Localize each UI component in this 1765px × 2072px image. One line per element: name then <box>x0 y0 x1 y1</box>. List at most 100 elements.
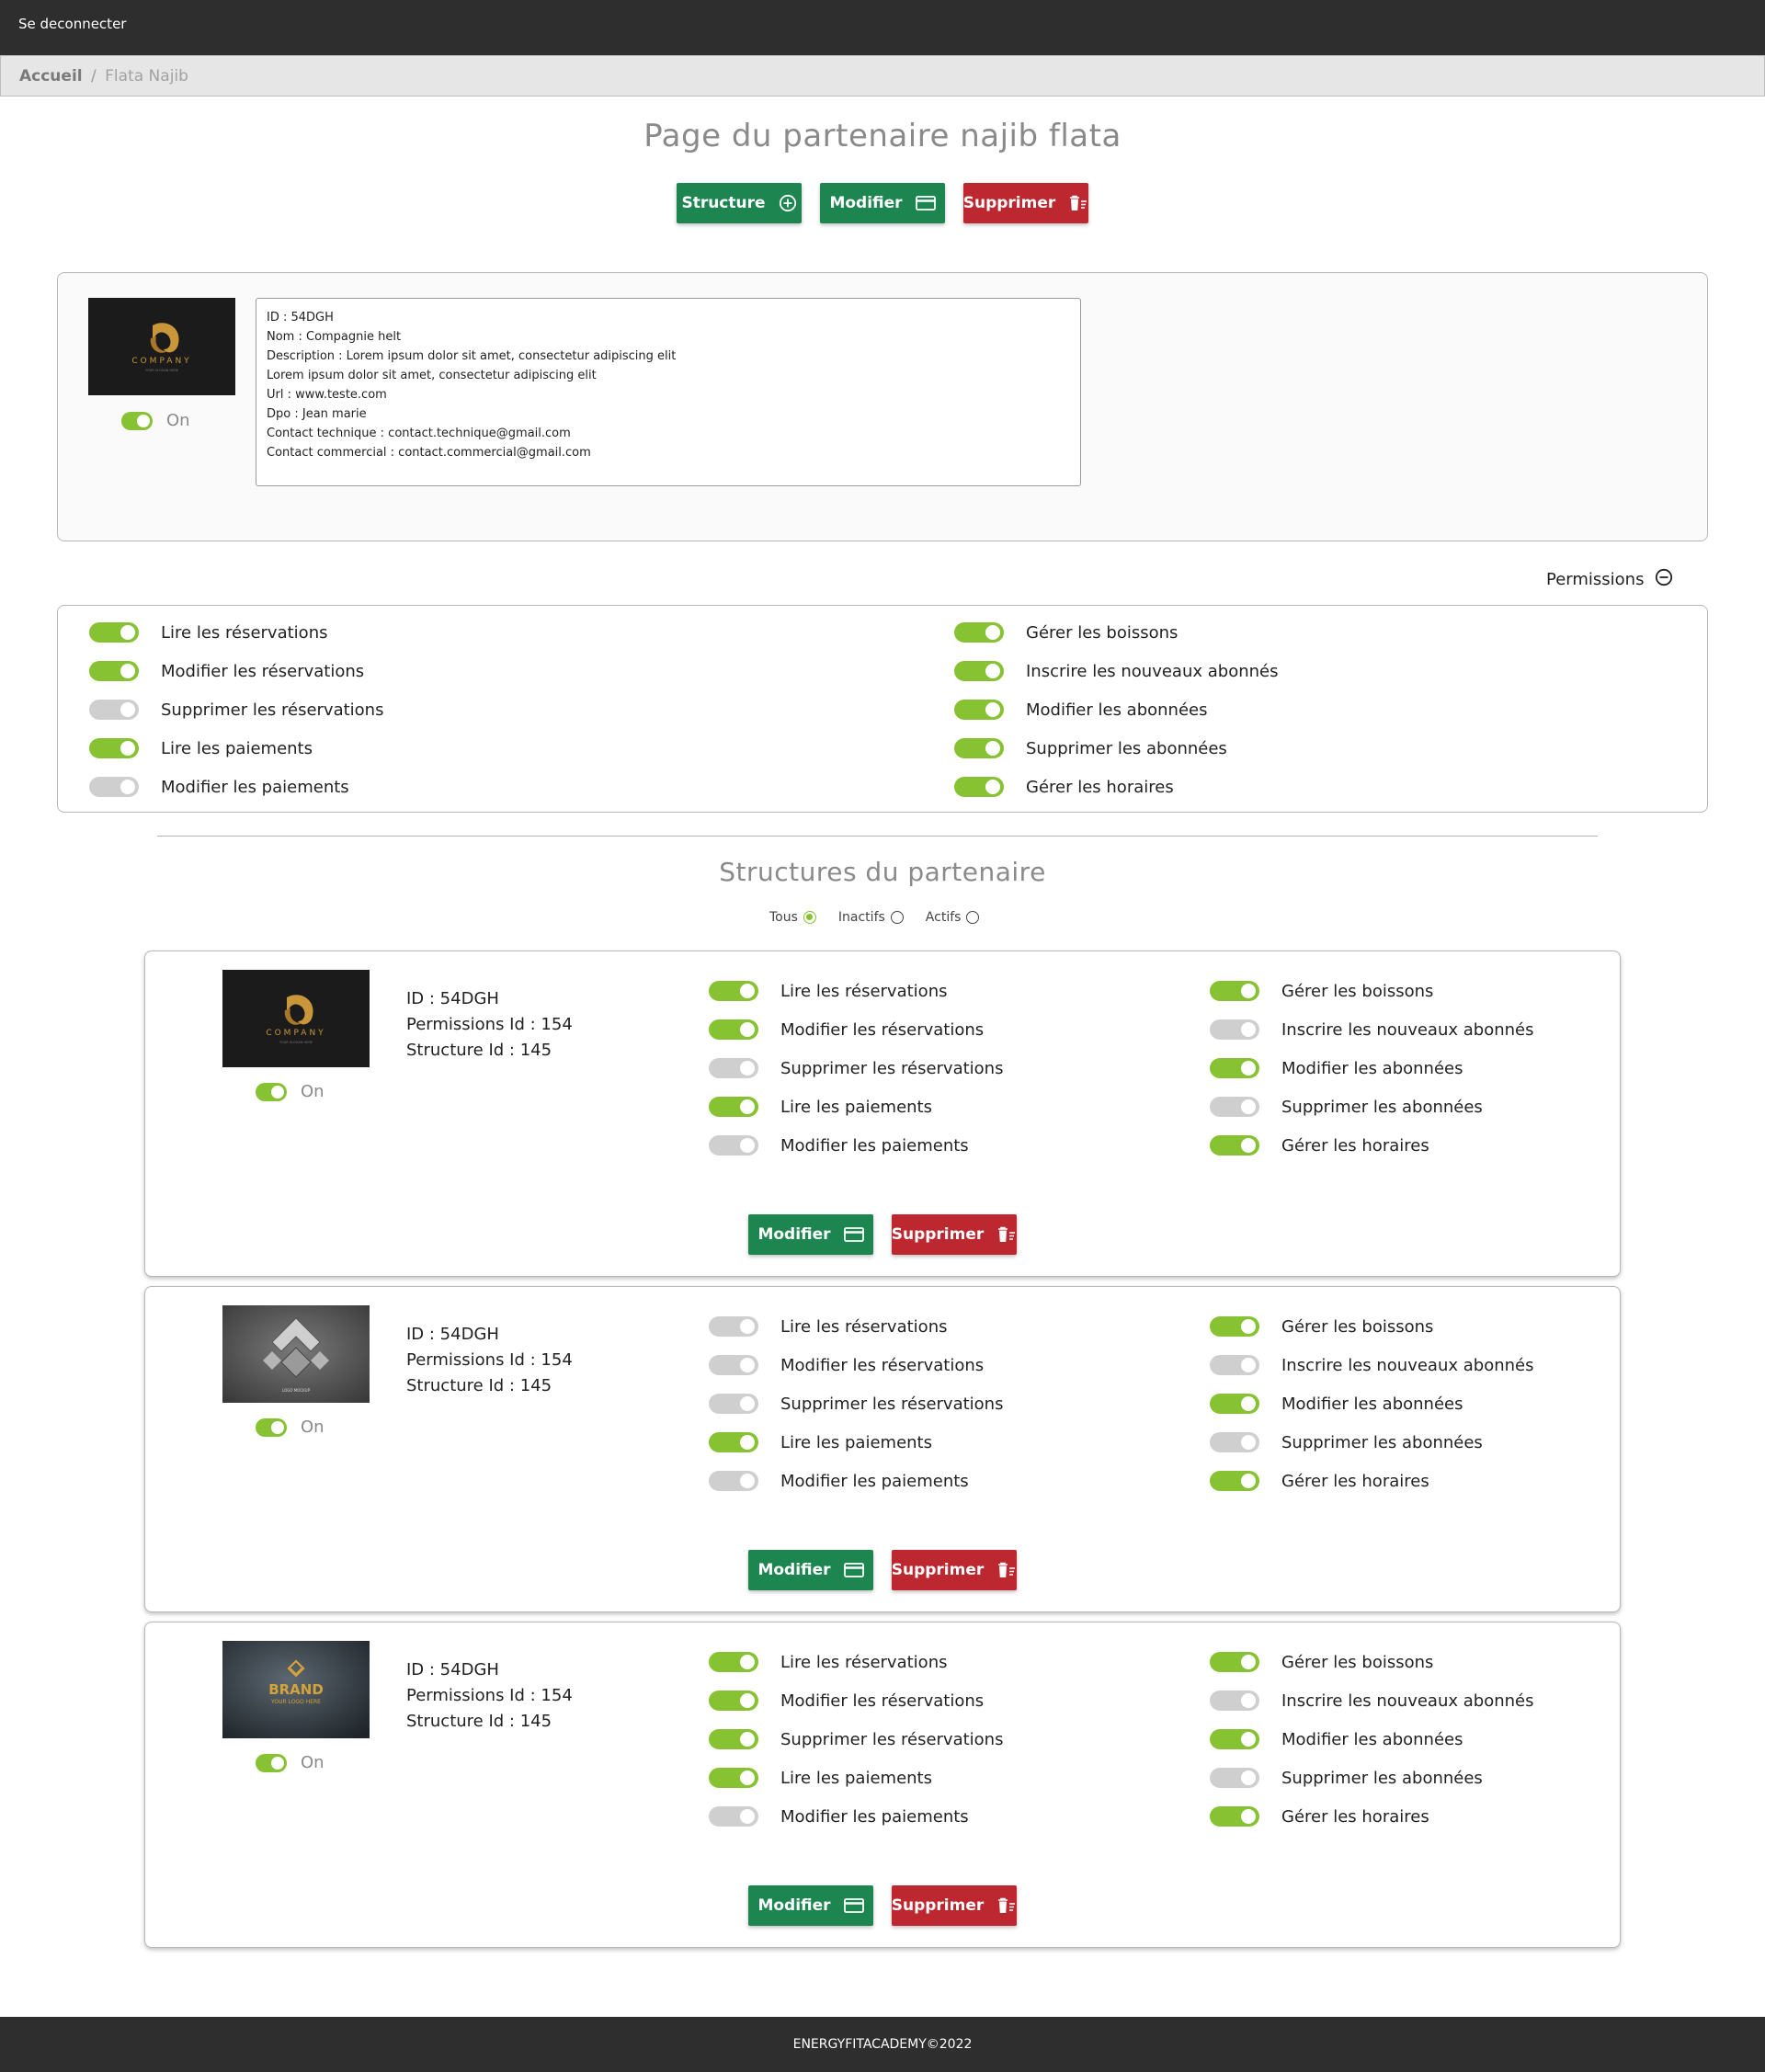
permission-row: Inscrire les nouveaux abonnés <box>954 652 1278 690</box>
permission-toggle[interactable] <box>709 1019 758 1040</box>
permissions-right-column: Gérer les boissons Inscrire les nouveaux … <box>954 613 1278 806</box>
add-structure-button[interactable]: Structure <box>677 183 802 223</box>
permission-row: Modifier les réservations <box>709 1010 1003 1049</box>
permission-toggle[interactable] <box>1210 1097 1259 1117</box>
permission-toggle[interactable] <box>709 1355 758 1375</box>
permission-row: Supprimer les abonnées <box>954 729 1278 768</box>
permission-row: Modifier les réservations <box>709 1681 1003 1720</box>
permission-label: Lire les réservations <box>780 1316 948 1337</box>
partner-logo: COMPANY YOUR SLOGAN HERE <box>88 298 235 395</box>
permission-toggle[interactable] <box>1210 1471 1259 1491</box>
filter-active-label: Actifs <box>925 910 962 925</box>
structure-permissions-left: Lire les réservations Modifier les réserv… <box>709 1307 1003 1500</box>
permission-toggle[interactable] <box>1210 981 1259 1001</box>
filter-inactive-radio[interactable] <box>890 911 904 924</box>
permissions-collapse-toggle[interactable]: Permissions <box>1546 568 1673 591</box>
permission-label: Modifier les abonnées <box>1281 1394 1463 1414</box>
permission-toggle[interactable] <box>1210 1806 1259 1827</box>
permission-toggle[interactable] <box>709 1691 758 1711</box>
structure-status: On <box>256 1082 325 1101</box>
permission-label: Modifier les paiements <box>780 1471 969 1491</box>
delete-partner-button[interactable]: Supprimer <box>963 183 1088 223</box>
modify-structure-button[interactable]: Modifier <box>748 1885 873 1926</box>
filter-active-radio[interactable] <box>966 911 980 924</box>
permission-row: Supprimer les réservations <box>709 1720 1003 1759</box>
permission-row: Lire les paiements <box>709 1423 1003 1462</box>
partner-info-line: Contact technique : contact.technique@gm… <box>267 427 571 440</box>
permission-row: Supprimer les réservations <box>89 690 383 729</box>
permission-toggle[interactable] <box>1210 1316 1259 1337</box>
permission-toggle[interactable] <box>1210 1019 1259 1040</box>
permission-toggle[interactable] <box>709 1729 758 1749</box>
permission-toggle[interactable] <box>89 661 139 681</box>
partner-status-toggle[interactable] <box>121 411 153 430</box>
permission-toggle[interactable] <box>954 738 1004 758</box>
permission-toggle[interactable] <box>1210 1652 1259 1672</box>
structure-card: BRAND YOUR LOGO HERE On ID : 54DGH Permi… <box>144 1622 1621 1948</box>
permission-toggle[interactable] <box>1210 1058 1259 1078</box>
permission-row: Inscrire les nouveaux abonnés <box>1210 1010 1533 1049</box>
partner-status-label: On <box>166 411 190 430</box>
permission-toggle[interactable] <box>954 777 1004 797</box>
permission-toggle[interactable] <box>1210 1729 1259 1749</box>
permission-toggle[interactable] <box>709 1652 758 1672</box>
permission-toggle[interactable] <box>709 1806 758 1827</box>
filter-inactive[interactable]: Inactifs <box>838 910 904 925</box>
permission-label: Supprimer les réservations <box>780 1729 1004 1749</box>
permission-toggle[interactable] <box>954 622 1004 643</box>
permission-toggle[interactable] <box>709 1316 758 1337</box>
filter-all[interactable]: Tous <box>769 910 816 925</box>
permission-toggle[interactable] <box>1210 1135 1259 1156</box>
modify-structure-button[interactable]: Modifier <box>748 1550 873 1590</box>
delete-structure-button[interactable]: Supprimer <box>892 1550 1017 1590</box>
permission-toggle[interactable] <box>709 1058 758 1078</box>
permission-toggle[interactable] <box>89 622 139 643</box>
modify-structure-button[interactable]: Modifier <box>748 1214 873 1255</box>
filter-active[interactable]: Actifs <box>926 910 980 925</box>
permission-toggle[interactable] <box>1210 1355 1259 1375</box>
permission-label: Modifier les paiements <box>161 777 349 797</box>
permission-row: Gérer les boissons <box>954 613 1278 652</box>
partner-info-line: Nom : Compagnie helt <box>267 330 402 344</box>
permission-toggle[interactable] <box>1210 1432 1259 1452</box>
breadcrumb-home[interactable]: Accueil <box>19 67 83 85</box>
permission-toggle[interactable] <box>709 981 758 1001</box>
permission-label: Modifier les abonnées <box>1026 700 1208 720</box>
permission-toggle[interactable] <box>709 1432 758 1452</box>
permission-label: Gérer les boissons <box>1281 1652 1434 1672</box>
permission-label: Inscrire les nouveaux abonnés <box>1281 1355 1534 1375</box>
permission-toggle[interactable] <box>89 700 139 720</box>
structure-status-toggle[interactable] <box>256 1753 287 1772</box>
structure-logo-brand: BRAND <box>268 1681 324 1698</box>
structure-logo: BRAND YOUR LOGO HERE <box>222 1641 370 1738</box>
permission-row: Gérer les horaires <box>1210 1797 1533 1836</box>
structure-actions: Modifier Supprimer <box>748 1214 1017 1255</box>
permission-label: Supprimer les réservations <box>780 1058 1004 1078</box>
permission-toggle[interactable] <box>954 700 1004 720</box>
permission-toggle[interactable] <box>89 777 139 797</box>
structure-status-toggle[interactable] <box>256 1082 287 1101</box>
permission-toggle[interactable] <box>954 661 1004 681</box>
modify-partner-button[interactable]: Modifier <box>820 183 945 223</box>
permission-toggle[interactable] <box>709 1135 758 1156</box>
permission-toggle[interactable] <box>1210 1394 1259 1414</box>
delete-partner-button-label: Supprimer <box>962 194 1056 212</box>
delete-structure-button[interactable]: Supprimer <box>892 1214 1017 1255</box>
structure-status-toggle[interactable] <box>256 1417 287 1437</box>
logout-link[interactable]: Se deconnecter <box>18 16 126 32</box>
structure-status-label: On <box>301 1417 325 1437</box>
permission-toggle[interactable] <box>89 738 139 758</box>
permission-row: Gérer les horaires <box>1210 1462 1533 1500</box>
filter-all-radio[interactable] <box>803 911 816 924</box>
structure-status: On <box>256 1753 325 1772</box>
delete-structure-button[interactable]: Supprimer <box>892 1885 1017 1926</box>
permission-toggle[interactable] <box>709 1768 758 1788</box>
permission-toggle[interactable] <box>1210 1691 1259 1711</box>
permission-toggle[interactable] <box>709 1394 758 1414</box>
structure-permissions-left: Lire les réservations Modifier les réserv… <box>709 972 1003 1165</box>
permission-toggle[interactable] <box>1210 1768 1259 1788</box>
permission-toggle[interactable] <box>709 1471 758 1491</box>
permission-toggle[interactable] <box>709 1097 758 1117</box>
permission-row: Modifier les paiements <box>89 768 383 806</box>
permission-label: Modifier les réservations <box>780 1355 985 1375</box>
